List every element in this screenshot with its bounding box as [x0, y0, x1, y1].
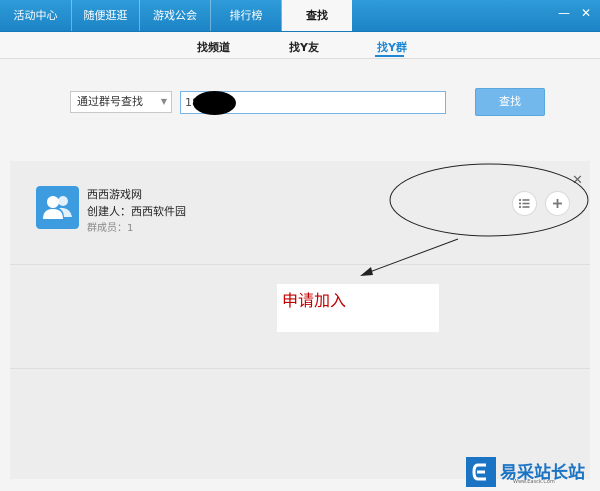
group-name: 西西游戏网	[87, 188, 142, 201]
redaction-mark	[193, 91, 236, 115]
annotation-note: 申请加入	[282, 291, 347, 310]
group-member-count: 群成员：1	[87, 223, 134, 234]
nav-tabs: 活动中心 随便逛逛 游戏公会 排行榜 查找	[0, 0, 352, 31]
top-navigation-bar: 活动中心 随便逛逛 游戏公会 排行榜 查找 — ✕	[0, 0, 600, 32]
watermark-logo-icon	[472, 463, 486, 481]
nav-tab-activity-center[interactable]: 活动中心	[0, 0, 72, 31]
group-people-icon	[43, 196, 72, 219]
search-button[interactable]: 查找	[475, 88, 545, 116]
nav-tab-ranking[interactable]: 排行榜	[211, 0, 282, 31]
tab-find-friend[interactable]: 找Y友	[289, 39, 319, 55]
group-avatar	[36, 186, 79, 229]
group-details-button[interactable]	[512, 191, 537, 216]
row-divider	[10, 368, 590, 369]
join-group-button[interactable]	[545, 191, 570, 216]
minimize-button[interactable]: —	[556, 6, 572, 20]
row-divider	[10, 264, 590, 265]
nav-tab-search[interactable]: 查找	[282, 0, 352, 31]
list-icon	[518, 198, 530, 209]
window-close-button[interactable]: ✕	[578, 6, 594, 20]
tab-find-group[interactable]: 找Y群	[377, 39, 407, 55]
watermark-url: Www.Easck.Com	[513, 479, 555, 485]
active-tab-indicator	[375, 55, 404, 57]
result-close-icon[interactable]: ✕	[572, 173, 583, 188]
search-mode-value: 通过群号查找	[77, 95, 143, 108]
search-mode-select[interactable]: 通过群号查找 ▼	[70, 91, 172, 113]
watermark-logo	[466, 457, 496, 487]
chevron-down-icon: ▼	[160, 97, 167, 106]
sub-tabs: 找频道 找Y友 找Y群	[0, 32, 600, 59]
nav-tab-game-guild[interactable]: 游戏公会	[140, 0, 211, 31]
nav-tab-browse[interactable]: 随便逛逛	[72, 0, 140, 31]
plus-icon	[553, 199, 562, 208]
tab-find-channel[interactable]: 找频道	[197, 39, 230, 55]
group-creator: 创建人：西西软件园	[87, 205, 186, 218]
